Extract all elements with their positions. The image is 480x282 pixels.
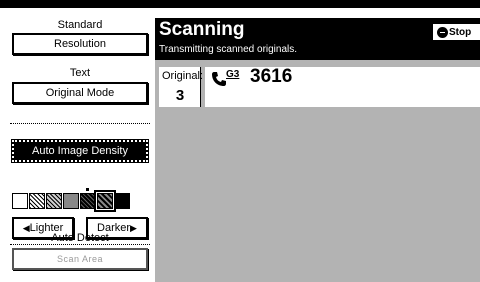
stop-label: Stop	[449, 26, 472, 38]
density-scale	[12, 190, 148, 212]
divider	[10, 123, 150, 124]
screen: Standard Resolution Text Original Mode A…	[0, 0, 480, 282]
destination-number: 3616	[250, 66, 293, 87]
original-count: 3	[175, 87, 185, 104]
phone-icon	[212, 72, 226, 86]
scan-area-button[interactable]: Scan Area	[12, 248, 148, 270]
title-bar: Scanning Transmitting scanned originals.…	[155, 18, 480, 60]
original-label: Original:	[162, 70, 203, 82]
density-step	[80, 193, 96, 209]
scan-settings-panel: Standard Resolution Text Original Mode A…	[8, 18, 152, 270]
density-step	[29, 193, 45, 209]
density-step	[12, 193, 28, 209]
density-marker-icon	[86, 188, 89, 191]
original-counter: Original: 3	[159, 67, 203, 107]
resolution-value: Standard	[57, 19, 103, 31]
top-bar	[0, 0, 480, 8]
status-message: Transmitting scanned originals.	[159, 44, 298, 55]
destination-mode: G3	[226, 69, 240, 80]
density-step	[46, 193, 62, 209]
density-step	[114, 193, 130, 209]
stop-button[interactable]: Stop	[431, 22, 480, 42]
stop-icon	[437, 27, 448, 38]
original-mode-value: Text	[69, 67, 91, 79]
scanning-status-area: Scanning Transmitting scanned originals.…	[155, 18, 480, 282]
original-mode-button[interactable]: Original Mode	[12, 82, 148, 104]
destination-display: G3 3616	[205, 66, 480, 107]
scan-area-value: Auto Detect	[51, 232, 109, 244]
resolution-button[interactable]: Resolution	[12, 33, 148, 55]
page-title: Scanning	[159, 19, 245, 40]
density-step-selected	[94, 190, 116, 212]
auto-image-density-button[interactable]: Auto Image Density	[11, 139, 149, 163]
density-step	[63, 193, 79, 209]
